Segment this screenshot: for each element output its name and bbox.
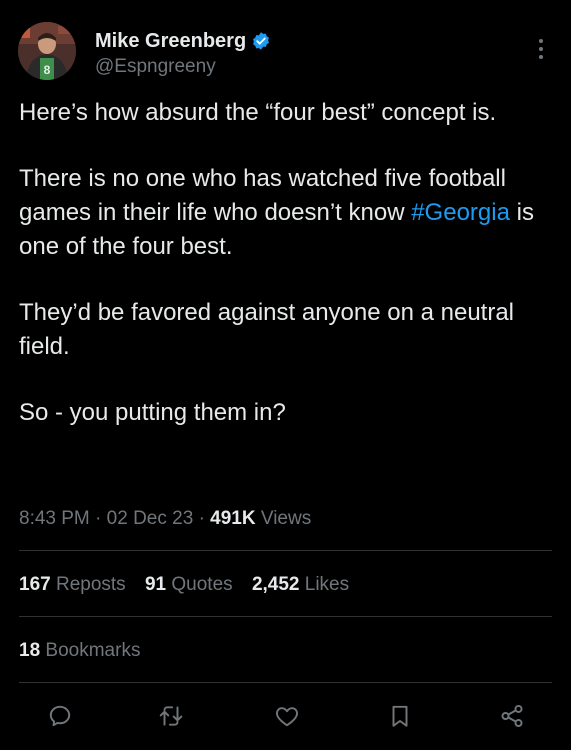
bookmark-icon — [387, 703, 413, 734]
avatar[interactable]: 8 — [18, 22, 76, 80]
quotes-label: Quotes — [171, 574, 233, 595]
engagement-stats: 167 Reposts 91 Quotes 2,452 Likes — [19, 572, 363, 598]
avatar-image: 8 — [18, 22, 76, 80]
tweet-text: Here’s how absurd the “four best” concep… — [19, 96, 559, 462]
share-button[interactable] — [497, 703, 527, 733]
likes-stat[interactable]: 2,452 Likes — [252, 574, 349, 595]
bookmarks-stat[interactable]: 18 Bookmarks — [19, 638, 140, 664]
quotes-stat[interactable]: 91 Quotes — [145, 574, 233, 595]
author-info[interactable]: Mike Greenberg @Espngreeny — [95, 28, 271, 80]
views-count: 491K — [210, 508, 256, 529]
divider — [19, 550, 552, 551]
reply-button[interactable] — [45, 703, 75, 733]
share-icon — [499, 703, 525, 734]
action-bar — [0, 703, 571, 733]
bookmarks-label: Bookmarks — [45, 640, 141, 661]
likes-count: 2,452 — [251, 574, 300, 595]
tweet-paragraph: They’d be favored against anyone on a ne… — [19, 299, 515, 360]
heart-icon — [274, 703, 300, 734]
likes-label: Likes — [304, 574, 350, 595]
quotes-count: 91 — [144, 574, 167, 595]
tweet-paragraph: Here’s how absurd the “four best” concep… — [19, 99, 497, 126]
hashtag-link[interactable]: #Georgia — [411, 199, 510, 226]
repost-button[interactable] — [156, 703, 186, 733]
bookmark-button[interactable] — [385, 703, 415, 733]
more-options-icon[interactable] — [532, 36, 550, 62]
meta-separator: · — [198, 508, 205, 529]
verified-badge-icon — [251, 31, 271, 51]
bookmarks-count: 18 — [19, 640, 41, 661]
reply-icon — [47, 703, 73, 734]
tweet-time[interactable]: 8:43 PM — [19, 508, 90, 529]
meta-separator: · — [95, 508, 102, 529]
reposts-label: Reposts — [55, 574, 126, 595]
repost-icon — [158, 703, 184, 734]
divider — [19, 616, 552, 617]
display-name[interactable]: Mike Greenberg — [95, 28, 246, 54]
reposts-stat[interactable]: 167 Reposts — [19, 574, 126, 595]
author-handle[interactable]: @Espngreeny — [95, 54, 271, 80]
tweet-date[interactable]: 02 Dec 23 — [107, 508, 194, 529]
like-button[interactable] — [272, 703, 302, 733]
tweet-paragraph: So - you putting them in? — [19, 399, 286, 426]
name-row: Mike Greenberg — [95, 28, 271, 54]
reposts-count: 167 — [19, 574, 51, 595]
views-label: Views — [260, 508, 312, 529]
tweet-paragraph: There is no one who has watched five foo… — [19, 162, 559, 264]
svg-text:8: 8 — [44, 63, 51, 77]
tweet-meta: 8:43 PM · 02 Dec 23 · 491K Views — [19, 506, 311, 532]
divider — [19, 682, 552, 683]
